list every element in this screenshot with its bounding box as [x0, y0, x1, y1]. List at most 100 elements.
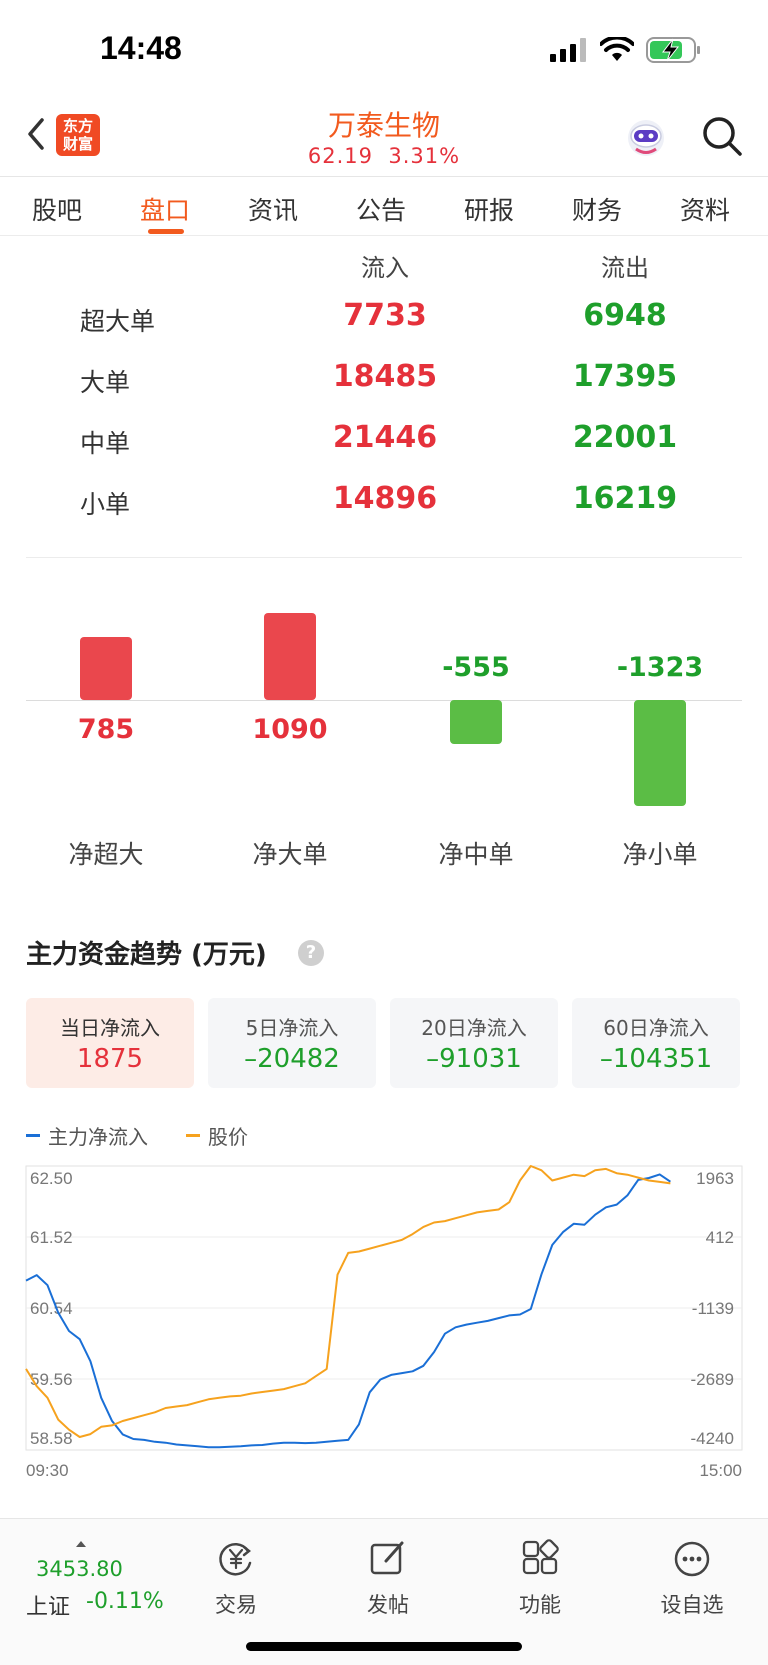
net-bar — [634, 700, 686, 806]
status-bar: 14:48 — [0, 0, 768, 100]
inflow-value: 18485 — [332, 359, 438, 394]
wifi-icon — [600, 37, 634, 61]
row-label: 中单 — [80, 429, 131, 458]
tab-finance[interactable]: 财务 — [572, 191, 622, 227]
y-right-tick-label: 1963 — [696, 1169, 734, 1188]
y-left-tick-label: 61.52 — [30, 1228, 73, 1247]
card-value: 1875 — [76, 1044, 144, 1074]
series-line-0 — [25, 1173, 671, 1449]
card-60day[interactable]: 60日净流入 –104351 — [572, 998, 740, 1088]
nav-label: 功能 — [519, 1593, 561, 1617]
column-header-in: 流入 — [361, 254, 409, 282]
outflow-value: 22001 — [572, 420, 678, 455]
net-bar-label: 净小单 — [622, 840, 698, 869]
tab-profile[interactable]: 资料 — [680, 191, 730, 227]
card-label: 5日净流入 — [245, 1016, 339, 1040]
nav-label: 设自选 — [660, 1593, 724, 1617]
more-dots-icon — [674, 1541, 710, 1577]
search-icon[interactable] — [700, 114, 744, 158]
card-value: –20482 — [244, 1044, 340, 1074]
index-change: -0.11% — [86, 1589, 164, 1614]
card-20day[interactable]: 20日净流入 –91031 — [390, 998, 558, 1088]
net-bar-label: 净大单 — [252, 840, 328, 869]
trend-chart-svg: 62.5061.5260.5459.5658.581963412-1139-26… — [25, 1165, 743, 1480]
inflow-value: 21446 — [332, 420, 438, 455]
status-icons — [550, 36, 702, 64]
stock-header: 东方 财富 万泰生物 62.19 3.31% — [0, 100, 768, 176]
y-right-tick-label: -2689 — [691, 1370, 734, 1389]
nav-functions[interactable]: 功能 — [490, 1539, 590, 1619]
row-label: 超大单 — [80, 307, 156, 336]
inflow-value: 7733 — [343, 298, 427, 333]
y-left-tick-label: 60.54 — [30, 1299, 73, 1318]
nav-add-watchlist[interactable]: 设自选 — [642, 1539, 742, 1619]
tab-guba[interactable]: 股吧 — [32, 191, 82, 227]
card-today[interactable]: 当日净流入 1875 — [26, 998, 194, 1088]
stock-change: 3.31% — [388, 144, 461, 168]
signal-icon — [550, 38, 586, 62]
net-flow-bars: 785 净超大 1090 净大单 -555 净中单 -1323 净小单 — [0, 560, 768, 880]
legend-swatch — [26, 1133, 40, 1137]
grid-icon — [522, 1539, 559, 1575]
nav-label: 交易 — [215, 1593, 257, 1617]
y-left-tick-label: 58.58 — [30, 1429, 73, 1448]
legend-label: 主力净流入 — [48, 1124, 148, 1149]
net-bar — [450, 700, 502, 745]
card-label: 60日净流入 — [603, 1016, 709, 1040]
tab-research[interactable]: 研报 — [464, 191, 514, 227]
table-row: 超大单 7733 6948 — [0, 288, 768, 348]
home-indicator — [246, 1642, 522, 1651]
tab-news[interactable]: 资讯 — [248, 191, 298, 227]
net-bar-value: -1323 — [616, 652, 704, 683]
net-bar-value: -555 — [442, 652, 510, 683]
card-value: –104351 — [599, 1044, 713, 1074]
nav-label: 发帖 — [367, 1593, 409, 1617]
legend-item-main-inflow: 主力净流入 — [26, 1121, 148, 1150]
chart-legend: 主力净流入 股价 — [26, 1120, 286, 1150]
outflow-value: 17395 — [572, 359, 678, 394]
card-label: 当日净流入 — [60, 1016, 160, 1040]
active-tab-indicator — [148, 229, 184, 234]
nav-trade[interactable]: 交易 — [186, 1539, 286, 1619]
battery-charging-icon — [646, 37, 700, 63]
legend-item-price: 股价 — [186, 1121, 248, 1150]
status-time: 14:48 — [100, 30, 182, 66]
net-bar — [264, 612, 316, 700]
table-row: 小单 14896 16219 — [0, 471, 768, 531]
card-5day[interactable]: 5日净流入 –20482 — [208, 998, 376, 1088]
stock-price: 62.19 — [307, 144, 374, 168]
y-right-tick-label: -4240 — [691, 1429, 734, 1448]
nav-post[interactable]: 发帖 — [338, 1539, 438, 1619]
card-value: –91031 — [426, 1044, 522, 1074]
net-bar-value: 785 — [77, 714, 135, 745]
net-bar-label: 净中单 — [438, 840, 514, 869]
table-row: 大单 18485 17395 — [0, 349, 768, 409]
net-bar — [80, 637, 132, 700]
yen-cycle-icon — [219, 1543, 252, 1576]
outflow-value: 6948 — [583, 298, 667, 333]
y-right-tick-label: -1139 — [692, 1299, 734, 1318]
section-divider — [26, 557, 742, 558]
x-start-label: 09:30 — [26, 1461, 69, 1480]
index-name: 上证 — [26, 1595, 71, 1620]
net-bar-label: 净超大 — [68, 840, 144, 869]
card-label: 20日净流入 — [421, 1016, 527, 1040]
tab-bar: 股吧 盘口 资讯 公告 研报 财务 资料 — [0, 176, 768, 236]
edit-icon — [370, 1541, 404, 1575]
tab-pankou[interactable]: 盘口 — [140, 191, 190, 227]
table-row: 中单 21446 22001 — [0, 410, 768, 470]
column-header-out: 流出 — [601, 254, 649, 282]
row-label: 大单 — [80, 368, 131, 397]
inflow-value: 14896 — [332, 481, 438, 516]
net-bar-value: 1090 — [252, 714, 328, 745]
robot-assistant-icon[interactable] — [624, 116, 668, 160]
help-icon[interactable]: ? — [298, 940, 324, 966]
series-line-1 — [25, 1165, 671, 1438]
trend-chart[interactable]: 62.50 61.52 60.54 59.56 58.58 1963 412 -1139 -26… — [0, 1160, 768, 1480]
index-value: 3453.80 — [36, 1557, 123, 1581]
legend-swatch — [186, 1133, 200, 1137]
tab-announcements[interactable]: 公告 — [356, 191, 406, 227]
net-inflow-cards: 当日净流入 1875 5日净流入 –20482 20日净流入 –91031 60… — [26, 998, 742, 1088]
x-end-label: 15:00 — [699, 1461, 742, 1480]
caret-up-icon — [76, 1541, 86, 1547]
